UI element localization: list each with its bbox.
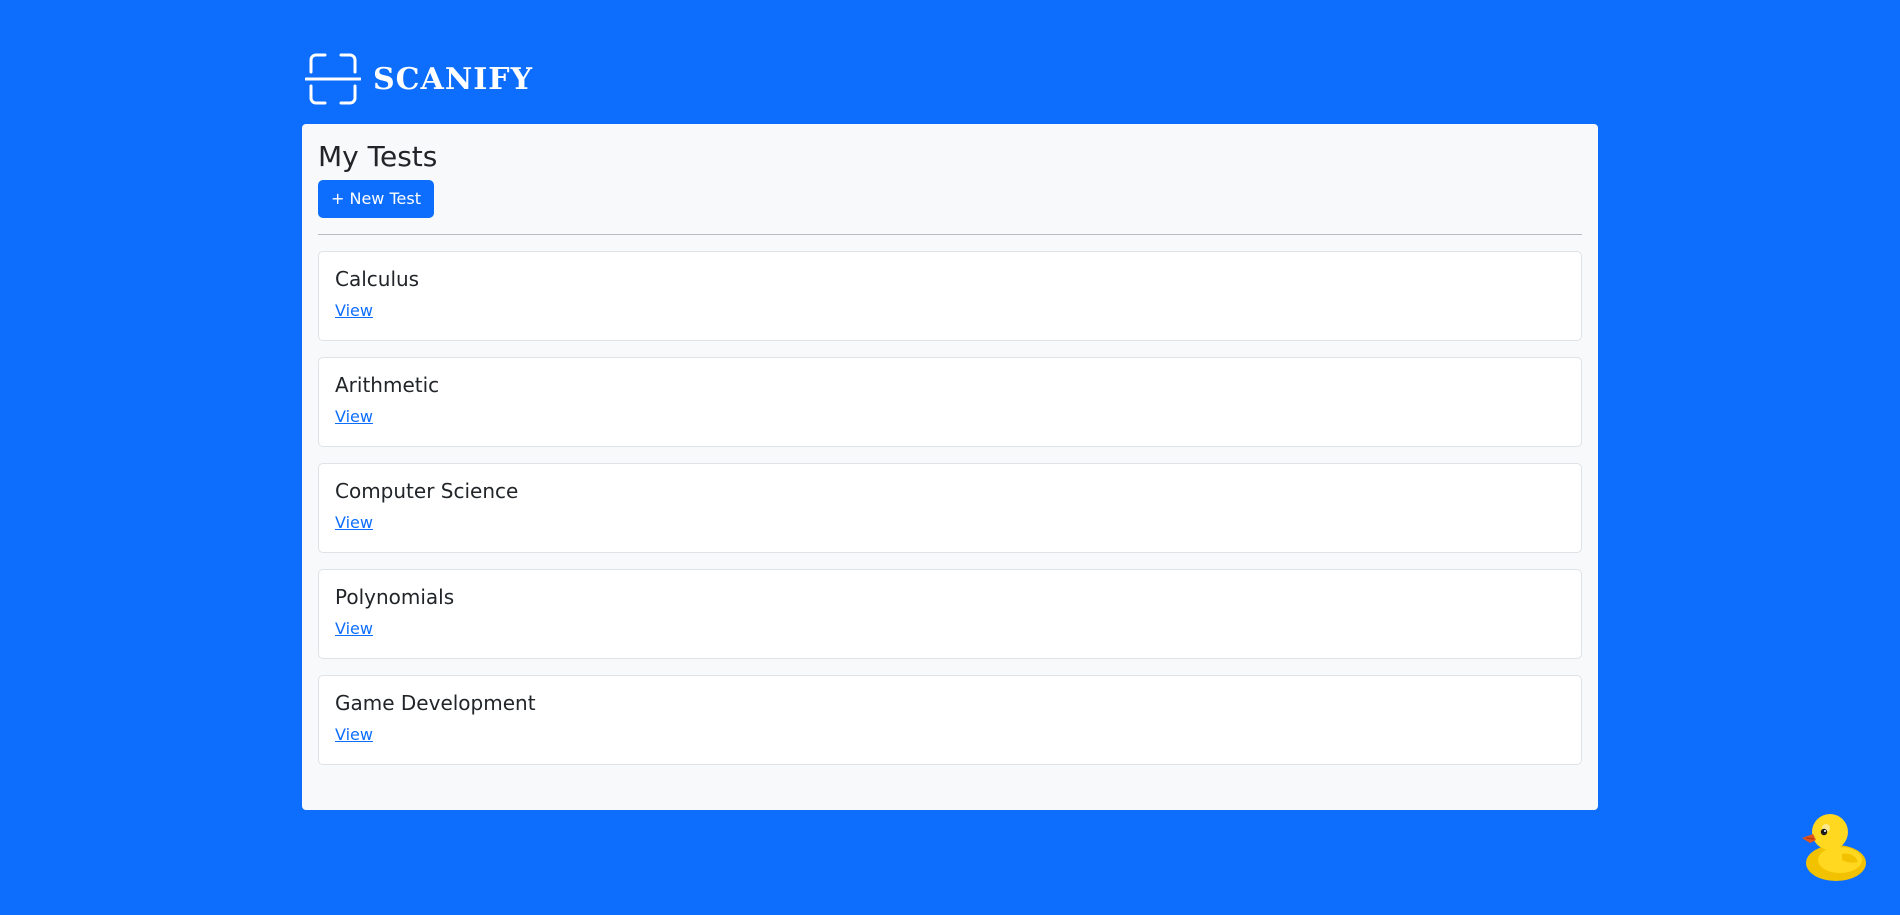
test-name: Computer Science [335,479,519,503]
brand[interactable]: SCANIFY [305,52,533,106]
test-name: Arithmetic [335,373,440,397]
page-title: My Tests [318,140,438,173]
view-link[interactable]: View [335,619,373,638]
test-name: Calculus [335,267,420,291]
view-link[interactable]: View [335,407,373,426]
test-card: Polynomials View [318,569,1582,659]
test-name: Polynomials [335,585,455,609]
test-card: Calculus View [318,251,1582,341]
new-test-button[interactable]: + New Test [318,180,434,218]
test-card: Game Development View [318,675,1582,765]
view-link[interactable]: View [335,725,373,744]
tests-panel: My Tests + New Test Calculus View Arithm… [302,124,1598,810]
test-name: Game Development [335,691,536,715]
scan-frame-icon [305,53,361,105]
app-root: SCANIFY My Tests + New Test Calculus Vie… [0,0,1900,915]
view-link[interactable]: View [335,301,373,320]
brand-name: SCANIFY [373,62,533,97]
view-link[interactable]: View [335,513,373,532]
test-card: Computer Science View [318,463,1582,553]
test-card: Arithmetic View [318,357,1582,447]
test-list: Calculus View Arithmetic View Computer S… [318,251,1582,765]
divider [318,234,1582,235]
rubber-duck-icon[interactable] [1796,808,1868,884]
